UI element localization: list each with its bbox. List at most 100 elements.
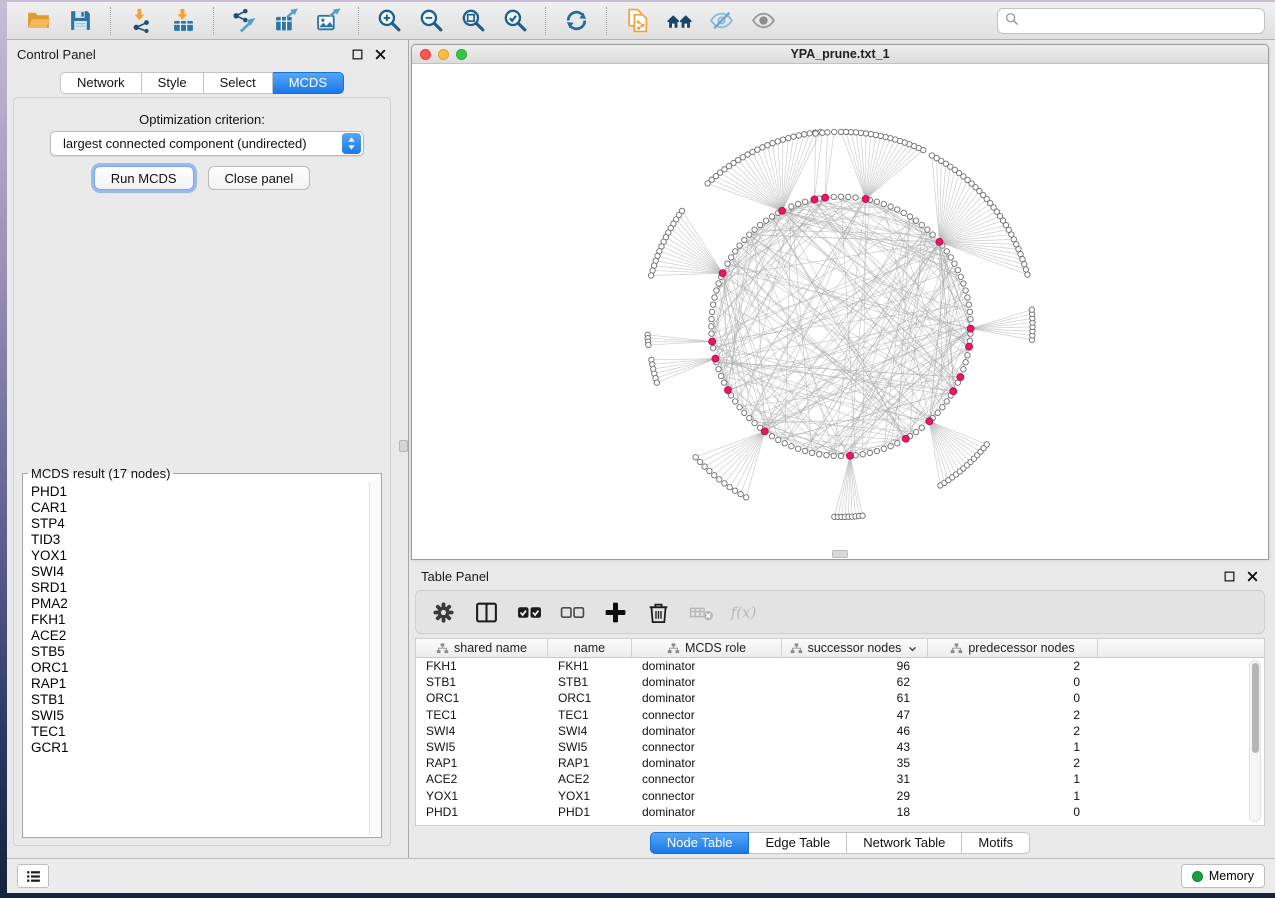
mcds-result-scrollbar[interactable]	[369, 482, 380, 835]
network-window-titlebar[interactable]: YPA_prune.txt_1	[412, 45, 1268, 64]
search-box[interactable]	[997, 8, 1265, 34]
zoom-fit-button[interactable]	[457, 6, 489, 36]
delete-column-button[interactable]	[643, 597, 673, 627]
zoom-selected-button[interactable]	[499, 6, 531, 36]
column-header-name[interactable]: name	[548, 639, 632, 657]
tab-network[interactable]: Network	[60, 72, 142, 94]
table-cell: PHD1	[548, 805, 632, 819]
network-canvas[interactable]	[412, 64, 1268, 559]
save-button[interactable]	[64, 6, 96, 36]
mcds-result-item[interactable]: ACE2	[31, 628, 363, 644]
column-header-successor-nodes[interactable]: successor nodes	[782, 639, 928, 657]
close-panel-button[interactable]: Close panel	[208, 166, 311, 190]
mcds-result-item[interactable]: SRD1	[31, 580, 363, 596]
select-all-button[interactable]	[514, 597, 544, 627]
run-mcds-button[interactable]: Run MCDS	[94, 166, 194, 190]
refresh-button[interactable]	[560, 6, 592, 36]
table-row[interactable]: RAP1RAP1dominator352	[416, 755, 1264, 771]
desktop-wallpaper: Control Panel NetworkStyleSelectMCDS Opt…	[0, 0, 1275, 898]
import-network-button[interactable]	[125, 6, 157, 36]
mcds-result-item[interactable]: FKH1	[31, 612, 363, 628]
tab-select[interactable]: Select	[204, 72, 273, 94]
network-window-title: YPA_prune.txt_1	[412, 47, 1268, 61]
open-button[interactable]	[22, 6, 54, 36]
export-network-button[interactable]	[228, 6, 260, 36]
table-settings-button[interactable]	[428, 597, 458, 627]
mcds-result-item[interactable]: CAR1	[31, 500, 363, 516]
table-row[interactable]: PHD1PHD1dominator180	[416, 804, 1264, 820]
tab-edge-table[interactable]: Edge Table	[749, 832, 847, 854]
memory-button[interactable]: Memory	[1181, 864, 1265, 888]
tab-motifs[interactable]: Motifs	[962, 832, 1030, 854]
table-row[interactable]: ORC1ORC1dominator610	[416, 690, 1264, 706]
mcds-result-item[interactable]: RAP1	[31, 676, 363, 692]
window-maximize-button[interactable]	[456, 49, 467, 60]
mcds-result-item[interactable]: STB5	[31, 644, 363, 660]
mcds-result-item[interactable]: PHD1	[31, 484, 363, 500]
column-header-shared-name[interactable]: shared name	[416, 639, 548, 657]
table-row[interactable]: FKH1FKH1dominator962	[416, 658, 1264, 674]
column-label: successor nodes	[808, 641, 902, 655]
table-cell: 1	[928, 772, 1098, 786]
tab-mcds[interactable]: MCDS	[273, 72, 344, 94]
table-row[interactable]: STB1STB1dominator620	[416, 674, 1264, 690]
mcds-result-item[interactable]: GCR1	[31, 740, 363, 756]
mcds-result-item[interactable]: SWI4	[31, 564, 363, 580]
table-cell: YOX1	[416, 789, 548, 803]
vertical-splitter[interactable]	[397, 40, 409, 858]
column-header-predecessor-nodes[interactable]: predecessor nodes	[928, 639, 1098, 657]
function-builder-button: f(x)	[729, 597, 759, 627]
tab-node-table[interactable]: Node Table	[650, 832, 750, 854]
copy-current-network-button[interactable]	[621, 6, 653, 36]
first-neighbors-button[interactable]	[663, 6, 695, 36]
table-row[interactable]: TEC1TEC1connector472	[416, 707, 1264, 723]
table-cell: dominator	[632, 691, 782, 705]
column-type-icon	[436, 642, 449, 655]
deselect-all-button[interactable]	[557, 597, 587, 627]
zoom-out-button[interactable]	[415, 6, 447, 36]
window-close-button[interactable]	[420, 49, 431, 60]
close-panel-icon[interactable]	[374, 48, 387, 61]
table-scrollbar[interactable]	[1249, 660, 1261, 822]
mcds-result-item[interactable]: SWI5	[31, 708, 363, 724]
mcds-result-item[interactable]: TEC1	[31, 724, 363, 740]
mcds-result-item[interactable]: YOX1	[31, 548, 363, 564]
mcds-result-item[interactable]: STB1	[31, 692, 363, 708]
tab-style[interactable]: Style	[142, 72, 204, 94]
mcds-result-item[interactable]: STP4	[31, 516, 363, 532]
mcds-result-item[interactable]: TID3	[31, 532, 363, 548]
horizontal-splitter-grip[interactable]	[832, 550, 848, 558]
window-minimize-button[interactable]	[438, 49, 449, 60]
hide-selected-button[interactable]	[705, 6, 737, 36]
float-panel-icon[interactable]	[1223, 570, 1236, 583]
criterion-dropdown[interactable]: largest connected component (undirected)	[50, 131, 364, 156]
table-cell: 61	[782, 691, 928, 705]
show-all-button[interactable]	[747, 6, 779, 36]
tab-network-table[interactable]: Network Table	[847, 832, 962, 854]
table-row[interactable]: SWI4SWI4dominator462	[416, 723, 1264, 739]
import-table-button[interactable]	[167, 6, 199, 36]
mcds-result-list[interactable]: PHD1CAR1STP4TID3YOX1SWI4SRD1PMA2FKH1ACE2…	[25, 482, 369, 835]
export-table-button[interactable]	[270, 6, 302, 36]
criterion-dropdown-value: largest connected component (undirected)	[51, 136, 342, 151]
zoom-in-button[interactable]	[373, 6, 405, 36]
panel-menu-button[interactable]	[17, 864, 49, 888]
table-cell: 2	[928, 708, 1098, 722]
mcds-result-item[interactable]: PMA2	[31, 596, 363, 612]
column-header-MCDS-role[interactable]: MCDS role	[632, 639, 782, 657]
close-panel-icon[interactable]	[1246, 570, 1259, 583]
search-input[interactable]	[1025, 13, 1258, 28]
control-panel-header: Control Panel	[7, 40, 397, 68]
split-panel-button[interactable]	[471, 597, 501, 627]
add-column-button[interactable]	[600, 597, 630, 627]
table-cell: connector	[632, 772, 782, 786]
mcds-result-item[interactable]: ORC1	[31, 660, 363, 676]
table-cell: FKH1	[548, 659, 632, 673]
splitter-grip[interactable]	[399, 440, 408, 452]
table-row[interactable]: YOX1YOX1connector291	[416, 788, 1264, 804]
export-image-button[interactable]	[312, 6, 344, 36]
float-panel-icon[interactable]	[351, 48, 364, 61]
table-row[interactable]: SWI5SWI5connector431	[416, 739, 1264, 755]
table-scrollbar-thumb[interactable]	[1252, 663, 1259, 753]
table-row[interactable]: ACE2ACE2connector311	[416, 771, 1264, 787]
